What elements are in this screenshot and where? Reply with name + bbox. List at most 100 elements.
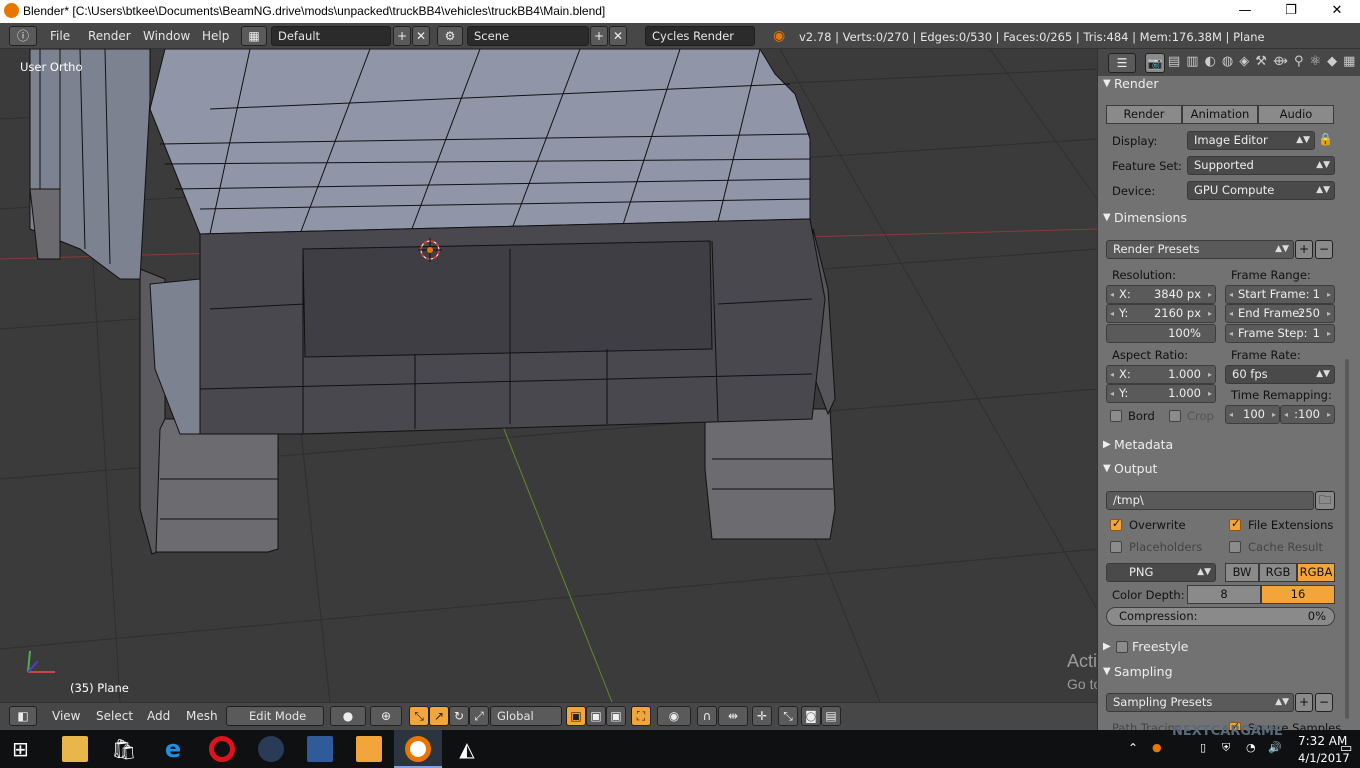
menu-select[interactable]: Select: [96, 709, 133, 723]
color-depth-16-button[interactable]: 16: [1261, 585, 1335, 604]
tray-wifi-icon[interactable]: ◔: [1246, 741, 1256, 754]
tray-network-icon[interactable]: ▯: [1200, 741, 1206, 754]
file-extensions-checkbox[interactable]: [1229, 517, 1241, 531]
border-checkbox[interactable]: [1110, 410, 1122, 422]
lock-icon[interactable]: 🔒: [1318, 132, 1333, 146]
frame-step-field[interactable]: ◂ Frame Step: 1 ▸: [1225, 324, 1335, 343]
remove-layout-icon[interactable]: ✕: [412, 26, 430, 46]
aspect-x-field[interactable]: ◂ X: 1.000 ▸: [1106, 365, 1216, 384]
manipulator-toggle-icon[interactable]: ⤡: [409, 706, 429, 726]
properties-scrollbar[interactable]: [1345, 359, 1349, 719]
menu-file[interactable]: File: [50, 29, 70, 43]
render-button[interactable]: Render: [1106, 105, 1182, 124]
folder-browse-icon[interactable]: 🗀: [1315, 491, 1335, 510]
tray-volume-icon[interactable]: 🔊: [1268, 741, 1282, 754]
device-select[interactable]: GPU Compute ▲▼: [1187, 181, 1335, 200]
layout-grid-icon[interactable]: ▦: [241, 26, 267, 46]
menu-add[interactable]: Add: [147, 709, 170, 723]
scene-field[interactable]: Scene: [467, 26, 589, 46]
windows-start-icon[interactable]: ⊞: [12, 736, 38, 762]
resolution-x-field[interactable]: ◂ X: 3840 px ▸: [1106, 285, 1216, 304]
freestyle-checkbox[interactable]: [1116, 641, 1128, 653]
color-depth-8-button[interactable]: 8: [1187, 585, 1261, 604]
transform-orientation-select[interactable]: Global: [490, 706, 562, 726]
animation-button[interactable]: Animation: [1182, 105, 1258, 124]
editor-type-3dview-icon[interactable]: ◧: [9, 706, 37, 726]
audio-button[interactable]: Audio: [1258, 105, 1334, 124]
end-frame-field[interactable]: ◂ End Frame: 250 ▸: [1225, 304, 1335, 323]
menu-mesh[interactable]: Mesh: [186, 709, 218, 723]
screen-layout-field[interactable]: Default: [271, 26, 391, 46]
time-remap-new-field[interactable]: ◂:100 ▸: [1280, 405, 1335, 424]
sampling-presets-select[interactable]: Sampling Presets ▲▼: [1106, 693, 1294, 712]
display-select[interactable]: Image Editor ▲▼: [1187, 131, 1315, 150]
blender-taskbar-icon[interactable]: [405, 736, 431, 762]
remove-preset-icon[interactable]: −: [1315, 240, 1333, 259]
editor-type-properties-icon[interactable]: ☰: [1108, 53, 1136, 73]
resolution-percent-field[interactable]: 100%: [1106, 324, 1216, 343]
crop-checkbox[interactable]: [1169, 410, 1181, 422]
render-panel-header[interactable]: ▼ Render: [1098, 73, 1346, 95]
minimize-button[interactable]: —: [1222, 0, 1268, 23]
mode-select[interactable]: Edit Mode: [226, 706, 324, 726]
tray-defender-icon[interactable]: ⛨: [1222, 741, 1230, 755]
translate-manipulator-icon[interactable]: ↗: [429, 706, 449, 726]
add-layout-icon[interactable]: +: [393, 26, 411, 46]
rotate-manipulator-icon[interactable]: ↻: [449, 706, 469, 726]
feature-set-select[interactable]: Supported ▲▼: [1187, 156, 1335, 175]
close-button[interactable]: ✕: [1314, 0, 1360, 23]
remove-scene-icon[interactable]: ✕: [609, 26, 627, 46]
time-remap-old-field[interactable]: ◂ 100 ▸: [1225, 405, 1280, 424]
color-bw-button[interactable]: BW: [1225, 563, 1259, 582]
scene-icon[interactable]: ⚙: [437, 26, 463, 46]
steam-icon[interactable]: [258, 736, 284, 762]
snap-target-icon[interactable]: ✛: [752, 706, 772, 726]
add-preset-icon[interactable]: +: [1295, 240, 1313, 259]
edge-browser-icon[interactable]: e: [160, 736, 186, 762]
add-scene-icon[interactable]: +: [590, 26, 608, 46]
viewport-shading-icon[interactable]: ●: [330, 706, 366, 726]
magnet-snap-icon[interactable]: ∩: [697, 706, 717, 726]
remove-sampling-preset-icon[interactable]: −: [1315, 693, 1333, 712]
vertex-select-icon[interactable]: ⛶: [631, 706, 651, 726]
metadata-panel-header[interactable]: ▶ Metadata: [1098, 434, 1346, 456]
frame-rate-select[interactable]: 60 fps ▲▼: [1225, 365, 1335, 384]
menu-render[interactable]: Render: [88, 29, 131, 43]
render-image-icon[interactable]: ◙: [801, 706, 821, 726]
compression-slider[interactable]: Compression: 0%: [1106, 607, 1335, 626]
maximize-button[interactable]: ❐: [1268, 0, 1314, 23]
render-animation-icon[interactable]: ▤: [821, 706, 841, 726]
render-presets-select[interactable]: Render Presets ▲▼: [1106, 240, 1294, 259]
pivot-point-icon[interactable]: ⊕: [370, 706, 402, 726]
placeholders-checkbox[interactable]: [1110, 541, 1122, 553]
color-rgb-button[interactable]: RGB: [1259, 563, 1297, 582]
file-format-select[interactable]: PNG ▲▼: [1106, 563, 1216, 582]
color-rgba-button[interactable]: RGBA: [1297, 563, 1335, 582]
proportional-edit-icon[interactable]: ◉: [657, 706, 691, 726]
store-icon[interactable]: 🛍: [111, 736, 137, 762]
snap-element-icon[interactable]: ⇹: [718, 706, 748, 726]
layer-2-icon[interactable]: ▣: [586, 706, 606, 726]
tray-blender-icon[interactable]: ●: [1152, 741, 1162, 754]
menu-help[interactable]: Help: [202, 29, 229, 43]
unity-icon[interactable]: ◭: [454, 736, 480, 762]
menu-view[interactable]: View: [52, 709, 80, 723]
sampling-panel-header[interactable]: ▼ Sampling: [1098, 661, 1346, 683]
opengl-render-icon[interactable]: ⤡: [778, 706, 798, 726]
cache-result-checkbox[interactable]: [1229, 541, 1241, 553]
context-tab-icons[interactable]: ▤▥◐◍◈⚒⟴⚲⚛◆▦: [1168, 54, 1360, 69]
layer-1-icon[interactable]: ▣: [566, 706, 586, 726]
opera-browser-icon[interactable]: [209, 736, 235, 762]
resolution-y-field[interactable]: ◂ Y: 2160 px ▸: [1106, 304, 1216, 323]
action-center-icon[interactable]: ▭: [1340, 741, 1352, 756]
game-launcher-icon[interactable]: [307, 736, 333, 762]
freestyle-panel-header[interactable]: ▶ Freestyle: [1098, 636, 1346, 658]
3d-viewport[interactable]: User Ortho (35) Plane Activate Windows G…: [0, 49, 1097, 702]
file-explorer-icon[interactable]: [62, 736, 88, 762]
aspect-y-field[interactable]: ◂ Y: 1.000 ▸: [1106, 384, 1216, 403]
start-frame-field[interactable]: ◂ Start Frame: 1 ▸: [1225, 285, 1335, 304]
output-path-field[interactable]: /tmp\: [1106, 491, 1314, 510]
media-player-icon[interactable]: [356, 736, 382, 762]
add-sampling-preset-icon[interactable]: +: [1295, 693, 1313, 712]
menu-window[interactable]: Window: [143, 29, 190, 43]
